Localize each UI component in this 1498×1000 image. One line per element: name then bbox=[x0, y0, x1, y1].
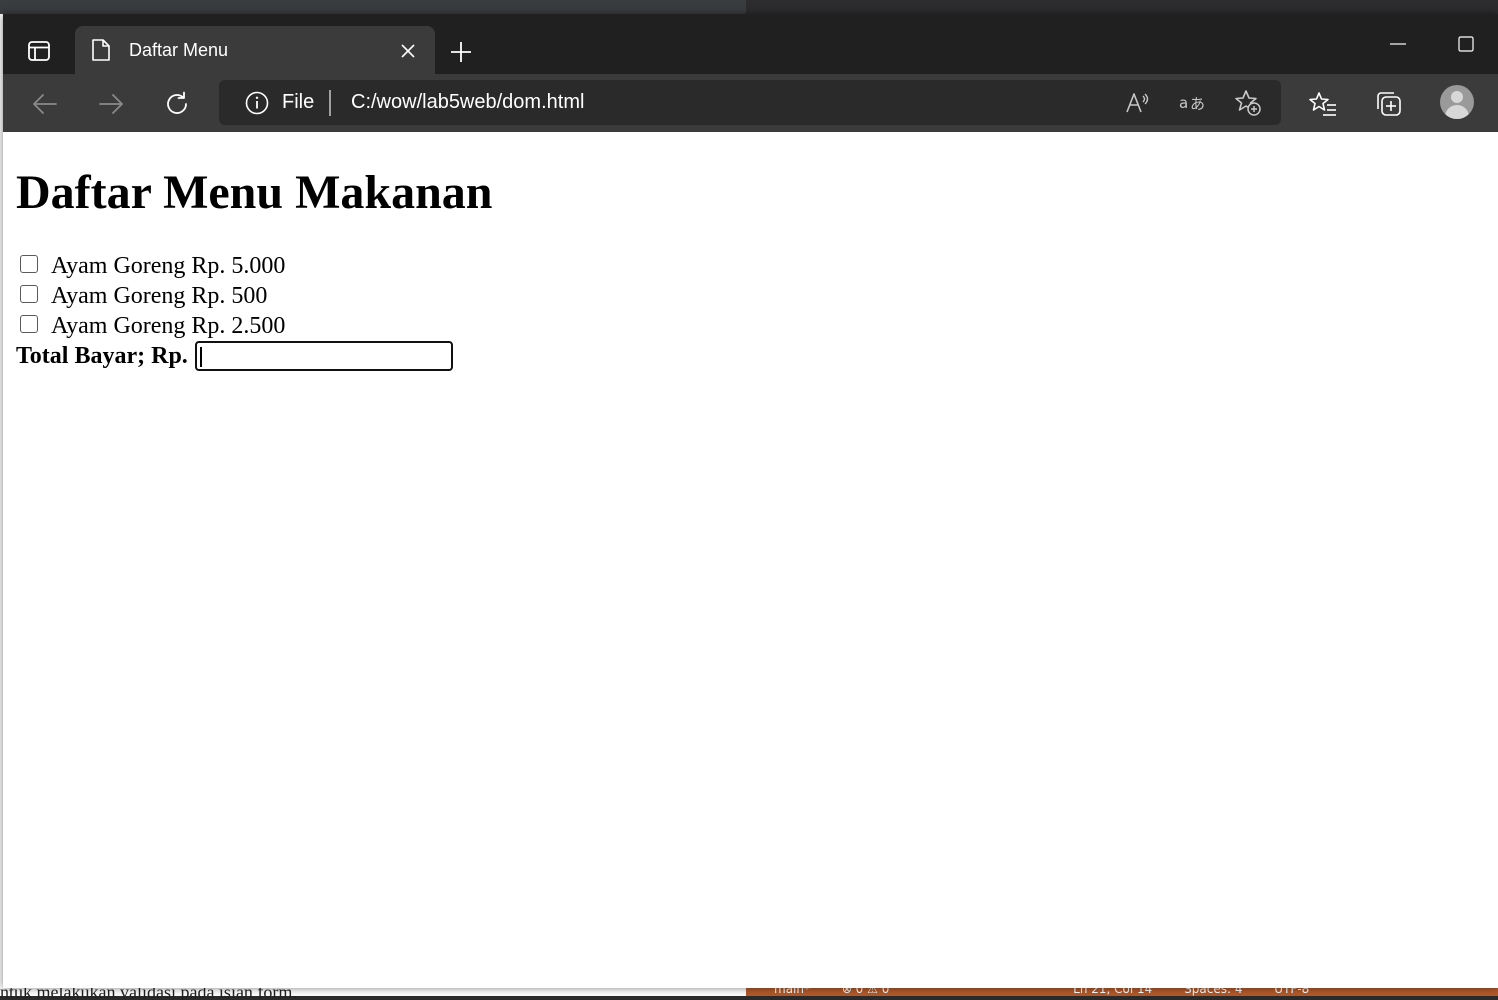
total-label: Total Bayar; Rp. bbox=[16, 343, 188, 369]
maximize-button[interactable] bbox=[1451, 34, 1481, 54]
profile-avatar[interactable] bbox=[1440, 85, 1474, 119]
tab-close-button[interactable] bbox=[397, 40, 419, 62]
tab-title: Daftar Menu bbox=[129, 40, 229, 60]
menu-item-label: Ayam Goreng Rp. 2.500 bbox=[51, 313, 286, 339]
menu-item-checkbox[interactable] bbox=[20, 315, 38, 333]
total-row: Total Bayar; Rp. bbox=[16, 339, 453, 373]
browser-window: Daftar Menu File C:/wow/lab5web/dom.html… bbox=[3, 14, 1498, 988]
collections-button[interactable] bbox=[1371, 86, 1407, 122]
avatar-body bbox=[1445, 105, 1469, 119]
svg-text:あ: あ bbox=[1190, 95, 1205, 113]
page-heading: Daftar Menu Makanan bbox=[16, 166, 493, 219]
menu-item[interactable]: Ayam Goreng Rp. 5.000 bbox=[20, 251, 285, 281]
tab-daftar-menu[interactable]: Daftar Menu bbox=[75, 26, 435, 76]
menu-item-label: Ayam Goreng Rp. 500 bbox=[51, 283, 268, 309]
address-url[interactable]: C:/wow/lab5web/dom.html bbox=[351, 91, 584, 113]
back-button[interactable] bbox=[27, 86, 63, 122]
favorites-icon bbox=[1309, 92, 1336, 116]
new-tab-button[interactable] bbox=[445, 36, 477, 68]
page-content: Daftar Menu Makanan Ayam Goreng Rp. 5.00… bbox=[3, 132, 1498, 988]
text-caret bbox=[200, 347, 202, 367]
star-add-icon bbox=[1235, 90, 1261, 116]
tab-bar: Daftar Menu bbox=[3, 14, 1498, 76]
menu-item-checkbox[interactable] bbox=[20, 255, 38, 273]
minimize-icon bbox=[1390, 43, 1406, 45]
maximize-icon bbox=[1458, 36, 1474, 52]
favorites-button[interactable] bbox=[1305, 86, 1341, 122]
close-icon bbox=[401, 44, 415, 58]
address-scheme-label[interactable]: File bbox=[282, 91, 314, 113]
menu-item-checkbox[interactable] bbox=[20, 285, 38, 303]
plus-icon bbox=[451, 42, 471, 62]
menu-item[interactable]: Ayam Goreng Rp. 500 bbox=[20, 281, 267, 311]
address-divider bbox=[329, 90, 331, 116]
forward-button[interactable] bbox=[93, 86, 129, 122]
tab-actions-button[interactable] bbox=[21, 34, 57, 68]
address-bar[interactable]: File C:/wow/lab5web/dom.html a あ bbox=[219, 80, 1281, 125]
refresh-icon bbox=[167, 91, 187, 114]
read-aloud-icon bbox=[1126, 93, 1149, 113]
minimize-button[interactable] bbox=[1383, 34, 1413, 54]
translate-icon: a あ bbox=[1179, 94, 1205, 113]
info-icon[interactable] bbox=[245, 91, 269, 115]
background-editor-titlebar bbox=[746, 0, 1498, 14]
page-icon bbox=[92, 39, 110, 61]
read-aloud-button[interactable] bbox=[1124, 89, 1152, 117]
avatar-head bbox=[1451, 91, 1463, 103]
total-input[interactable] bbox=[194, 341, 453, 371]
collections-icon bbox=[1377, 92, 1401, 116]
svg-text:a: a bbox=[1179, 94, 1188, 112]
arrow-right-icon bbox=[99, 94, 123, 114]
background-window-left-titlebar bbox=[0, 0, 746, 14]
add-favorite-button[interactable] bbox=[1234, 89, 1262, 117]
arrow-left-icon bbox=[33, 94, 57, 114]
translate-button[interactable]: a あ bbox=[1179, 89, 1207, 117]
browser-toolbar: File C:/wow/lab5web/dom.html a あ bbox=[3, 74, 1498, 132]
menu-item-label: Ayam Goreng Rp. 5.000 bbox=[51, 253, 286, 279]
menu-item[interactable]: Ayam Goreng Rp. 2.500 bbox=[20, 311, 285, 341]
sidebar-tabs-icon bbox=[28, 41, 50, 61]
refresh-button[interactable] bbox=[159, 86, 195, 122]
